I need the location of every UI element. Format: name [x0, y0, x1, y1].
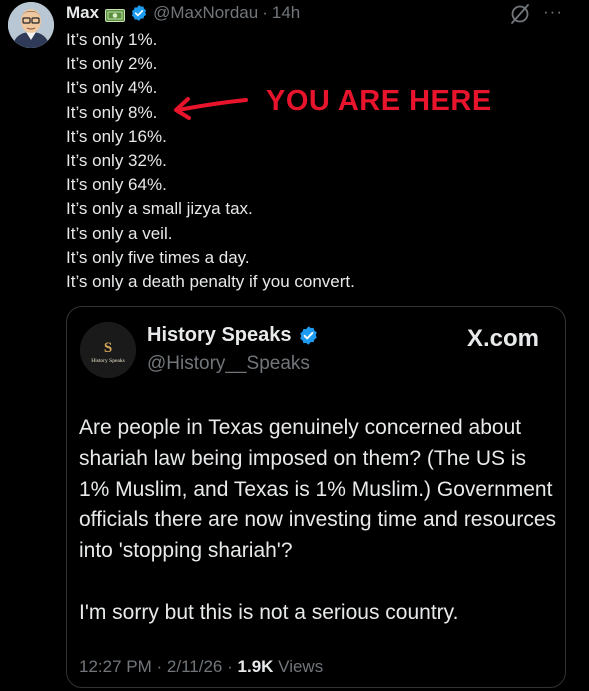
quoted-date[interactable]: 2/11/26	[167, 657, 222, 676]
quoted-post[interactable]: S History Speaks History Speaks @History…	[66, 306, 566, 688]
post-line: It’s only 2%.	[66, 54, 158, 74]
post-line: It’s only 1%.	[66, 30, 158, 49]
author-handle[interactable]: @MaxNordau	[153, 3, 258, 23]
quoted-paragraph: I'm sorry but this is not a serious coun…	[79, 600, 459, 624]
quoted-handle[interactable]: @History__Speaks	[147, 353, 310, 375]
verified-icon	[298, 325, 319, 346]
verified-icon	[130, 4, 148, 22]
author-name[interactable]: Max	[66, 3, 99, 23]
more-icon[interactable]: ···	[543, 2, 569, 22]
avatar[interactable]	[8, 2, 54, 48]
quoted-avatar[interactable]: S History Speaks	[80, 322, 136, 378]
quoted-time[interactable]: 12:27 PM	[79, 657, 152, 676]
quoted-paragraph: Are people in Texas genuinely concerned …	[79, 416, 557, 563]
separator: ·	[156, 657, 163, 676]
quoted-author[interactable]: History Speaks	[147, 324, 319, 347]
quoted-avatar-text: History Speaks	[91, 358, 124, 364]
post-header: Max @MaxNordau · 14h	[66, 3, 300, 23]
quoted-author-name: History Speaks	[147, 324, 292, 346]
separator: ·	[227, 657, 233, 676]
red-arrow-icon	[170, 92, 250, 124]
separator: ·	[262, 3, 268, 22]
post-line: It’s only 32%.	[66, 150, 167, 170]
post-line: It’s only 64%.	[66, 175, 167, 195]
views-label: Views	[278, 657, 324, 676]
svg-text:S: S	[104, 340, 112, 356]
post-line: It’s only a small jizya tax.	[66, 199, 253, 219]
post-line: It’s only a veil.	[66, 223, 173, 243]
quoted-text: Are people in Texas genuinely concerned …	[79, 413, 557, 629]
post-body: It’s only 1%. It’s only 2%. It’s only 4%…	[66, 28, 506, 294]
timestamp[interactable]: 14h	[272, 3, 300, 23]
post-line: It’s only 16%.	[66, 126, 167, 146]
post-line: It’s only a death penalty if you convert…	[66, 271, 355, 291]
x-logo: X.com	[467, 325, 540, 352]
views-count: 1.9K	[237, 657, 274, 676]
quoted-meta: 12:27 PM · 2/11/26 · 1.9K Views	[79, 657, 323, 677]
money-icon	[105, 7, 126, 22]
post-line: It’s only five times a day.	[66, 247, 250, 267]
annotation-text: YOU ARE HERE	[266, 85, 492, 117]
grok-icon[interactable]	[508, 3, 532, 25]
